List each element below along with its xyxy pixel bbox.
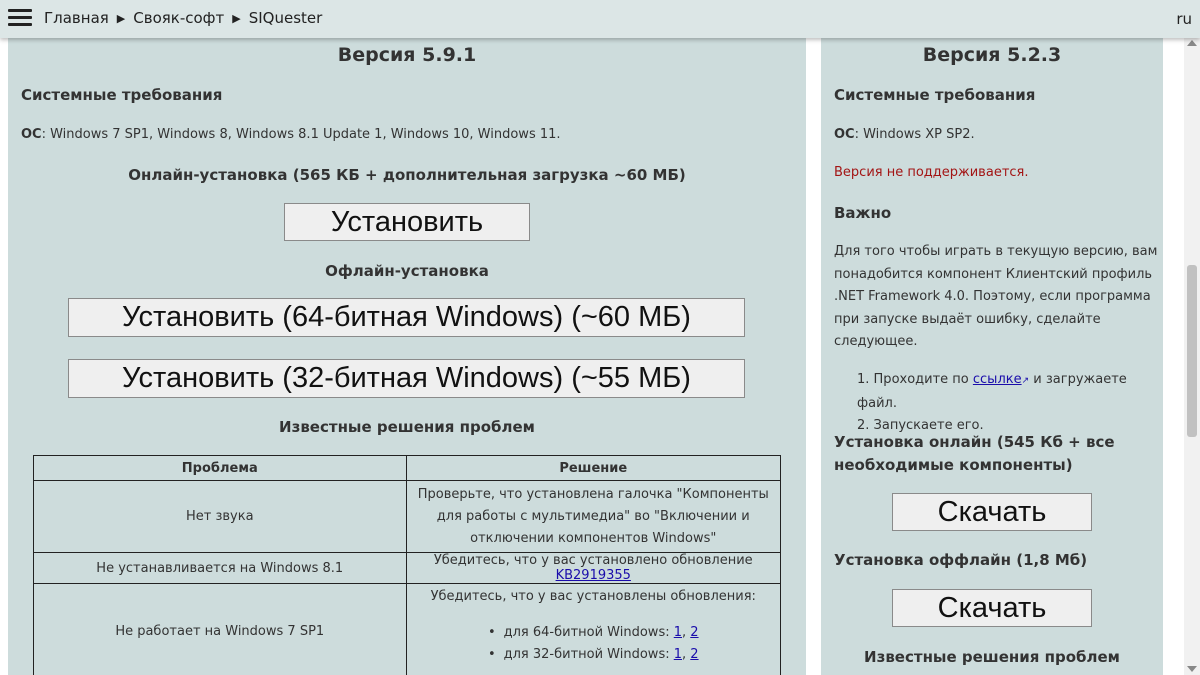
problem-cell: Не устанавливается на Windows 8.1 [33, 552, 407, 584]
os-requirements: ОС: Windows XP SP2. [834, 127, 975, 142]
update-list: для 64-битной Windows: 1, 2 для 32-битно… [411, 622, 776, 666]
step-text: 1. Проходите по [857, 372, 973, 387]
important-paragraph: Для того чтобы играть в текущую версию, … [834, 241, 1159, 354]
table-row: Не устанавливается на Windows 8.1 Убедит… [33, 552, 782, 584]
breadcrumb-separator-icon: ▶ [116, 12, 126, 25]
version-523-panel: Версия 5.2.3 Системные требования ОС: Wi… [821, 38, 1163, 675]
os-label: ОС [834, 127, 855, 142]
heading-line: Установка онлайн (545 Кб + все [834, 433, 1115, 451]
solution-cell: Убедитесь, что у вас установлено обновле… [405, 552, 782, 584]
solution-text: Убедитесь, что у вас установлены обновле… [430, 589, 756, 604]
offline-install-heading: Офлайн-установка [325, 262, 489, 280]
known-issues-heading: Известные решения проблем [864, 648, 1120, 666]
os-label: ОС [21, 127, 42, 142]
offline-install-heading: Установка оффлайн (1,8 Мб) [834, 551, 1088, 569]
breadcrumb-svoyak-soft[interactable]: Свояк-софт [133, 9, 224, 27]
problem-cell: Нет звука [33, 480, 407, 553]
install-button[interactable]: Установить [284, 203, 530, 241]
column-header-problem: Проблема [33, 455, 407, 481]
install-32bit-button[interactable]: Установить (32-битная Windows) (~55 МБ) [68, 359, 745, 398]
os-value: : Windows 7 SP1, Windows 8, Windows 8.1 … [41, 127, 561, 142]
paragraph-line: понадобится компонент Клиентский профиль [834, 266, 1153, 282]
table-header-row: Проблема Решение [33, 455, 782, 481]
online-install-heading: Установка онлайн (545 Кб + все необходим… [834, 431, 1159, 477]
language-switcher[interactable]: ru [1176, 10, 1192, 28]
download-offline-button[interactable]: Скачать [892, 589, 1092, 627]
top-bar: Главная ▶ Свояк-софт ▶ SIQuester ru [0, 0, 1200, 38]
paragraph-line: следующее. [834, 334, 918, 349]
scroll-down-arrow-icon[interactable] [1187, 666, 1197, 672]
known-issues-heading: Известные решения проблем [279, 418, 535, 436]
version-title: Версия 5.9.1 [337, 44, 477, 66]
framework-download-link[interactable]: ссылке [973, 372, 1022, 387]
heading-line: необходимые компоненты) [834, 456, 1073, 474]
known-issues-table: Проблема Решение Нет звука Проверьте, чт… [33, 455, 782, 675]
list-item: для 64-битной Windows: 1, 2 [411, 622, 776, 644]
version-title: Версия 5.2.3 [922, 44, 1062, 66]
table-row: Не работает на Windows 7 SP1 Убедитесь, … [33, 583, 782, 675]
solution-text: Убедитесь, что у вас установлено обновле… [433, 553, 753, 568]
unsupported-warning: Версия не поддерживается. [834, 165, 1029, 180]
os-value: : Windows XP SP2. [854, 127, 975, 142]
important-heading: Важно [834, 204, 892, 222]
steps-list: 1. Проходите по ссылке↗ и загружаете фай… [857, 369, 1157, 438]
paragraph-line: Для того чтобы играть в текущую версию, … [834, 244, 1158, 259]
download-online-button[interactable]: Скачать [892, 493, 1092, 531]
os-requirements: ОС: Windows 7 SP1, Windows 8, Windows 8.… [21, 127, 561, 142]
paragraph-line: .NET Framework 4.0. Поэтому, если програ… [834, 289, 1151, 304]
breadcrumb-current: SIQuester [248, 9, 323, 27]
solution-cell: Проверьте, что установлена галочка "Комп… [405, 480, 782, 553]
kb-update-link[interactable]: KB2919355 [556, 568, 631, 583]
update-link-64-2[interactable]: 2 [690, 625, 698, 640]
update-link-32-2[interactable]: 2 [690, 647, 698, 662]
scroll-up-arrow-icon[interactable] [1187, 40, 1197, 46]
install-64bit-button[interactable]: Установить (64-битная Windows) (~60 МБ) [68, 298, 745, 337]
breadcrumb: Главная ▶ Свояк-софт ▶ SIQuester [44, 9, 322, 27]
solution-cell: Убедитесь, что у вас установлены обновле… [405, 583, 782, 675]
list-item-text: для 64-битной Windows: [503, 625, 674, 640]
version-591-panel: Версия 5.9.1 Системные требования ОС: Wi… [8, 38, 806, 675]
table-row: Нет звука Проверьте, что установлена гал… [33, 480, 782, 553]
list-item: для 32-битной Windows: 1, 2 [411, 644, 776, 666]
scrollbar-thumb[interactable] [1187, 265, 1197, 437]
list-item-text: для 32-битной Windows: [503, 647, 674, 662]
sysreq-heading: Системные требования [834, 86, 1036, 104]
breadcrumb-home[interactable]: Главная [44, 9, 109, 27]
paragraph-line: при запуске выдаёт ошибку, сделайте [834, 311, 1101, 327]
hamburger-menu-icon[interactable] [8, 9, 32, 29]
online-install-heading: Онлайн-установка (565 КБ + дополнительна… [128, 166, 686, 184]
problem-cell: Не работает на Windows 7 SP1 [33, 583, 407, 675]
update-link-64-1[interactable]: 1 [674, 625, 682, 640]
page-scrollbar[interactable] [1184, 38, 1200, 675]
breadcrumb-separator-icon: ▶ [232, 12, 241, 25]
sysreq-heading: Системные требования [21, 86, 223, 104]
column-header-solution: Решение [405, 455, 782, 481]
list-item: 1. Проходите по ссылке↗ и загружаете фай… [857, 369, 1157, 415]
update-link-32-1[interactable]: 1 [674, 647, 682, 662]
